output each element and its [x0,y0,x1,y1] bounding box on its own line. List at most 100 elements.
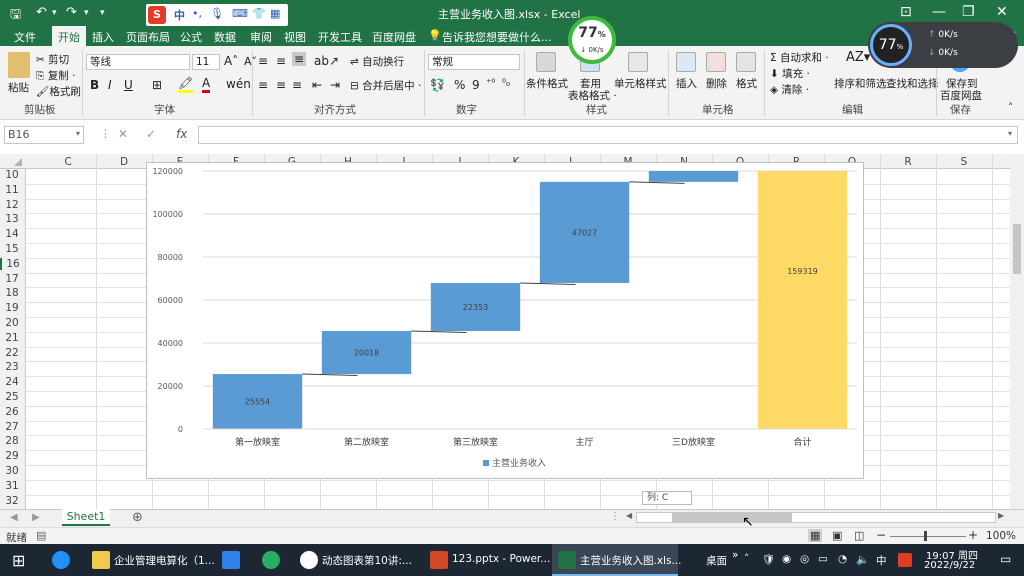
excel-icon[interactable] [558,551,576,569]
row-header-28[interactable]: 28 [0,435,24,447]
copy-button[interactable]: ⎘ 复制 · [36,68,75,83]
number-format-select[interactable]: 常规 [428,54,520,70]
minimize-button[interactable]: — [932,4,946,20]
normal-view-icon[interactable]: ▦ [808,529,823,542]
row-header-26[interactable]: 26 [0,406,24,418]
network-gauge-widget[interactable]: 77% ↑ 0K/s ↓ 0K/s [868,22,1018,68]
row-header-17[interactable]: 17 [0,273,24,285]
column-header-r[interactable]: R [892,156,924,168]
format-painter-button[interactable]: 🖌格式刷 [36,84,81,99]
tab-file[interactable]: 文件 [14,29,36,45]
page-layout-view-icon[interactable]: ▣ [832,529,842,542]
row-header-27[interactable]: 27 [0,421,24,433]
row-header-22[interactable]: 22 [0,347,24,359]
conditional-format-button[interactable]: 条件格式 [526,76,568,91]
align-right-icon[interactable]: ≡ [292,78,302,92]
increase-font-icon[interactable]: A˄ [224,54,238,68]
tray-app-icon[interactable]: ◉ [782,553,791,565]
row-header-15[interactable]: 15 [0,243,24,255]
add-sheet-button[interactable]: ⊕ [132,510,143,525]
insert-cells-button[interactable]: 插入 [676,76,697,91]
tab-review[interactable]: 审阅 [250,29,272,45]
restore-button[interactable]: ❐ [962,4,975,20]
row-header-14[interactable]: 14 [0,228,24,240]
column-header-c[interactable]: C [52,156,84,168]
column-header-d[interactable]: D [108,156,140,168]
tab-page-layout[interactable]: 页面布局 [126,29,170,45]
decrease-font-icon[interactable]: A˅ [244,55,257,68]
border-icon[interactable]: ⊞ [152,78,162,92]
decrease-decimal-icon[interactable]: ⁰₀ [502,78,510,89]
cell-style-button[interactable]: 单元格样式 [614,76,667,91]
format-cells-button[interactable]: 格式 [736,76,757,91]
taskbar-item-pptx[interactable]: 123.pptx - Power... [452,553,550,565]
cancel-icon[interactable]: ✕ [118,127,128,141]
notification-icon[interactable]: ▭ [1000,552,1011,566]
tab-developer[interactable]: 开发工具 [318,29,362,45]
undo-icon[interactable]: ↶ [36,5,47,20]
windows-start-icon[interactable]: ⊞ [12,551,25,570]
formula-input[interactable] [198,126,1018,144]
tab-data[interactable]: 数据 [214,29,236,45]
tab-splitter-icon[interactable]: ⋮ [610,511,620,522]
desktop-toolbar[interactable]: 桌面 [706,553,727,568]
orientation-icon[interactable]: ab↗ [314,54,339,68]
expand-formula-icon[interactable]: ▾ [1008,129,1012,138]
redo-dropdown-icon[interactable]: ▾ [84,8,89,18]
save-baidu-line2[interactable]: 百度网盘 [940,88,982,103]
delete-cells-button[interactable]: 删除 [706,76,727,91]
memory-gauge-widget[interactable]: 77% ↓ 0K/s [568,16,616,64]
vertical-scroll-thumb[interactable] [1013,224,1021,274]
italic-button[interactable]: I [108,78,112,92]
ie-browser-icon[interactable] [52,551,70,569]
volume-icon[interactable]: 🔈 [856,553,869,566]
sogou-tray-icon[interactable] [898,553,912,567]
row-header-25[interactable]: 25 [0,391,24,403]
clock-date[interactable]: 2022/9/22 [924,560,975,571]
sheet-tab-sheet1[interactable]: Sheet1 [62,509,110,526]
macro-record-icon[interactable]: ▤ [36,529,46,542]
zoom-in-icon[interactable]: + [968,528,978,542]
tab-view[interactable]: 视图 [284,29,306,45]
row-header-31[interactable]: 31 [0,480,24,492]
underline-button[interactable]: U [124,78,133,92]
row-header-12[interactable]: 12 [0,199,24,211]
zoom-out-icon[interactable]: − [876,528,886,542]
font-color-icon[interactable]: A [202,76,211,93]
merge-center-button[interactable]: ⊟ 合并后居中 · [350,78,421,93]
keyboard-icon[interactable]: ⌨ [232,7,248,20]
row-header-32[interactable]: 32 [0,495,24,507]
powerpoint-icon[interactable] [430,551,448,569]
undo-dropdown-icon[interactable]: ▾ [52,8,57,18]
tray-expand-icon[interactable]: ˄ [744,553,749,565]
align-middle-icon[interactable]: ≡ [276,54,286,68]
tab-baidu[interactable]: 百度网盘 [372,29,416,45]
tell-me-box[interactable]: 告诉我您想要做什么... [442,29,552,45]
row-header-20[interactable]: 20 [0,317,24,329]
row-header-16[interactable]: 16 [0,257,24,270]
skin-icon[interactable]: 👕 [252,7,266,20]
ime-toolbar[interactable]: S 中 •, 🎙 ⌨ 👕 ▦ [146,4,288,26]
tab-formulas[interactable]: 公式 [180,29,202,45]
find-select-button[interactable]: 查找和选择 [886,76,939,91]
comma-button[interactable]: 9 [472,78,480,92]
tab-insert[interactable]: 插入 [92,29,114,45]
zoom-level[interactable]: 100% [986,530,1016,542]
align-left-icon[interactable]: ≡ [258,78,268,92]
ribbon-display-icon[interactable]: ⊡ [900,4,912,20]
tray-app2-icon[interactable]: ◎ [800,553,809,565]
microphone-icon[interactable]: 🎙 [210,7,224,20]
insert-function-icon[interactable]: fx [176,127,187,141]
waterfall-chart[interactable]: 0 20000 40000 60000 80000 100000 120000 25554 第一… [146,162,864,479]
save-icon[interactable]: 🖫 [10,5,21,27]
namebox-dropdown-icon[interactable]: ▾ [76,129,80,138]
sync-app-icon[interactable] [262,551,280,569]
font-name-select[interactable]: 等线 [86,54,190,70]
security-icon[interactable]: 🛡 [762,553,775,566]
next-sheet-icon[interactable]: ▶ [32,512,40,523]
vertical-scrollbar[interactable] [1010,154,1024,509]
wifi-icon[interactable]: ◔ [838,553,847,565]
ime-indicator[interactable]: 中 [876,553,887,568]
column-header-s[interactable]: S [948,156,980,168]
ime-language[interactable]: 中 [174,7,185,23]
